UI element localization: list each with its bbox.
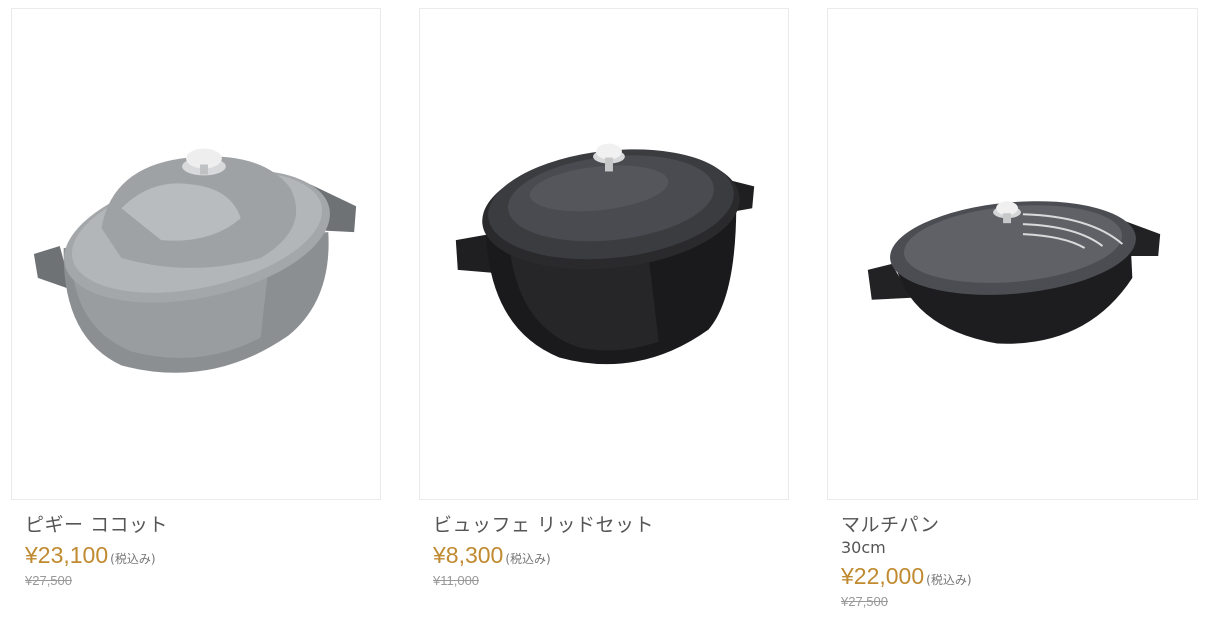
black-wok-image: [867, 201, 1161, 344]
original-price: ¥27,500: [25, 573, 72, 588]
sale-price: ¥23,100: [25, 542, 109, 568]
product-name[interactable]: マルチパン: [841, 512, 1198, 538]
tax-label: (税込み): [110, 552, 156, 566]
tax-label: (税込み): [505, 552, 551, 566]
original-price: ¥27,500: [841, 594, 888, 609]
sale-price: ¥8,300: [433, 542, 504, 568]
original-price: ¥11,000: [433, 573, 480, 588]
product-card[interactable]: マルチパン 30cm ¥22,000 (税込み) ¥27,500: [827, 8, 1198, 609]
product-card[interactable]: ビュッフェ リッドセット ¥8,300 (税込み) ¥11,000: [419, 8, 789, 588]
black-pot-image: [455, 143, 755, 365]
product-image-link[interactable]: [419, 8, 789, 500]
product-image-link[interactable]: [11, 8, 381, 500]
product-card[interactable]: ピギー ココット ¥23,100 (税込み) ¥27,500: [11, 8, 381, 588]
tax-label: (税込み): [926, 573, 972, 587]
product-name[interactable]: ピギー ココット: [25, 512, 381, 538]
sale-price: ¥22,000: [841, 563, 925, 589]
grey-cocotte-image: [33, 148, 357, 373]
product-name[interactable]: ビュッフェ リッドセット: [433, 512, 789, 538]
product-image-link[interactable]: [827, 8, 1198, 500]
product-variant: 30cm: [841, 538, 886, 557]
